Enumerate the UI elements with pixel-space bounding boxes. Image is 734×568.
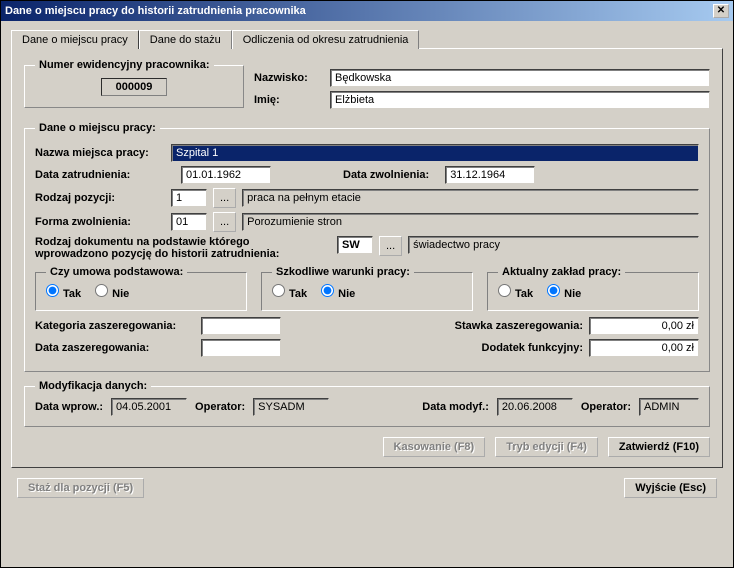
workplace-group-label: Dane o miejscu pracy:	[35, 122, 160, 134]
grade-date-field[interactable]	[201, 339, 281, 357]
employee-id-group: Numer ewidencyjny pracownika: 000009	[24, 59, 244, 108]
doc-type-label-2: wprowadzono pozycję do historii zatrudni…	[35, 248, 331, 260]
doc-type-desc: świadectwo pracy	[408, 236, 699, 254]
tab-seniority-data[interactable]: Dane do stażu	[139, 30, 232, 49]
hire-date-field[interactable]: 01.01.1962	[181, 166, 271, 184]
titlebar: Dane o miejscu pracy do historii zatrudn…	[1, 1, 733, 21]
entry-date-label: Data wprow.:	[35, 401, 103, 413]
exit-button[interactable]: Wyjście (Esc)	[624, 478, 717, 498]
operator2-value: ADMIN	[639, 398, 699, 416]
window-title: Dane o miejscu pracy do historii zatrudn…	[5, 5, 306, 17]
current-plant-group: Aktualny zakład pracy: Tak Nie	[487, 266, 699, 311]
surname-field[interactable]: Będkowska	[330, 69, 710, 87]
modification-group: Modyfikacja danych: Data wprow.: 04.05.2…	[24, 380, 710, 427]
tab-panel: Numer ewidencyjny pracownika: 000009 Naz…	[11, 48, 723, 468]
firstname-field[interactable]: Elżbieta	[330, 91, 710, 109]
grade-category-field[interactable]	[201, 317, 281, 335]
term-form-desc: Porozumienie stron	[242, 213, 699, 231]
term-date-label: Data zwolnienia:	[343, 169, 429, 181]
grade-rate-label: Stawka zaszeregowania:	[455, 320, 583, 332]
current-plant-yes[interactable]: Tak	[498, 284, 533, 300]
base-contract-group: Czy umowa podstawowa: Tak Nie	[35, 266, 247, 311]
modification-group-label: Modyfikacja danych:	[35, 380, 151, 392]
doc-type-label-1: Rodzaj dokumentu na podstawie którego	[35, 236, 331, 248]
bonus-field[interactable]: 0,00 zł	[589, 339, 699, 357]
term-form-code-field[interactable]: 01	[171, 213, 207, 231]
tab-workplace-data[interactable]: Dane o miejscu pracy	[11, 30, 139, 49]
harmful-no[interactable]: Nie	[321, 284, 355, 300]
workplace-name-field[interactable]: Szpital 1	[171, 144, 699, 162]
hire-date-label: Data zatrudnienia:	[35, 169, 165, 181]
grade-date-label: Data zaszeregowania:	[35, 342, 195, 354]
firstname-label: Imię:	[254, 94, 324, 106]
doc-type-code-field[interactable]: SW	[337, 236, 373, 254]
confirm-button[interactable]: Zatwierdź (F10)	[608, 437, 710, 457]
entry-date-value: 04.05.2001	[111, 398, 187, 416]
operator1-label: Operator:	[195, 401, 245, 413]
position-type-lookup-button[interactable]: ...	[213, 188, 236, 208]
term-date-field[interactable]: 31.12.1964	[445, 166, 535, 184]
position-type-label: Rodzaj pozycji:	[35, 192, 165, 204]
edit-mode-button[interactable]: Tryb edycji (F4)	[495, 437, 598, 457]
harmful-label: Szkodliwe warunki pracy:	[272, 266, 414, 278]
mod-date-label: Data modyf.:	[422, 401, 489, 413]
workplace-group: Dane o miejscu pracy: Nazwa miejsca prac…	[24, 122, 710, 372]
operator1-value: SYSADM	[253, 398, 329, 416]
seniority-button[interactable]: Staż dla pozycji (F5)	[17, 478, 144, 498]
mod-date-value: 20.06.2008	[497, 398, 573, 416]
delete-button[interactable]: Kasowanie (F8)	[383, 437, 486, 457]
workplace-name-label: Nazwa miejsca pracy:	[35, 147, 165, 159]
tab-deductions[interactable]: Odliczenia od okresu zatrudnienia	[232, 30, 420, 49]
base-contract-no[interactable]: Nie	[95, 284, 129, 300]
bonus-label: Dodatek funkcyjny:	[482, 342, 583, 354]
grade-rate-field[interactable]: 0,00 zł	[589, 317, 699, 335]
doc-type-lookup-button[interactable]: ...	[379, 236, 402, 256]
position-type-desc: praca na pełnym etacie	[242, 189, 699, 207]
term-form-lookup-button[interactable]: ...	[213, 212, 236, 232]
current-plant-label: Aktualny zakład pracy:	[498, 266, 625, 278]
term-form-label: Forma zwolnienia:	[35, 216, 165, 228]
employee-id-label: Numer ewidencyjny pracownika:	[35, 59, 214, 71]
close-icon[interactable]: ✕	[713, 4, 729, 18]
harmful-yes[interactable]: Tak	[272, 284, 307, 300]
operator2-label: Operator:	[581, 401, 631, 413]
tab-strip: Dane o miejscu pracy Dane do stażu Odlic…	[11, 29, 723, 48]
surname-label: Nazwisko:	[254, 72, 324, 84]
base-contract-yes[interactable]: Tak	[46, 284, 81, 300]
employee-id-value: 000009	[101, 78, 168, 96]
current-plant-no[interactable]: Nie	[547, 284, 581, 300]
content-area: Dane o miejscu pracy Dane do stażu Odlic…	[1, 21, 733, 567]
grade-category-label: Kategoria zaszeregowania:	[35, 320, 195, 332]
position-type-code-field[interactable]: 1	[171, 189, 207, 207]
window: Dane o miejscu pracy do historii zatrudn…	[0, 0, 734, 568]
harmful-group: Szkodliwe warunki pracy: Tak Nie	[261, 266, 473, 311]
base-contract-label: Czy umowa podstawowa:	[46, 266, 187, 278]
